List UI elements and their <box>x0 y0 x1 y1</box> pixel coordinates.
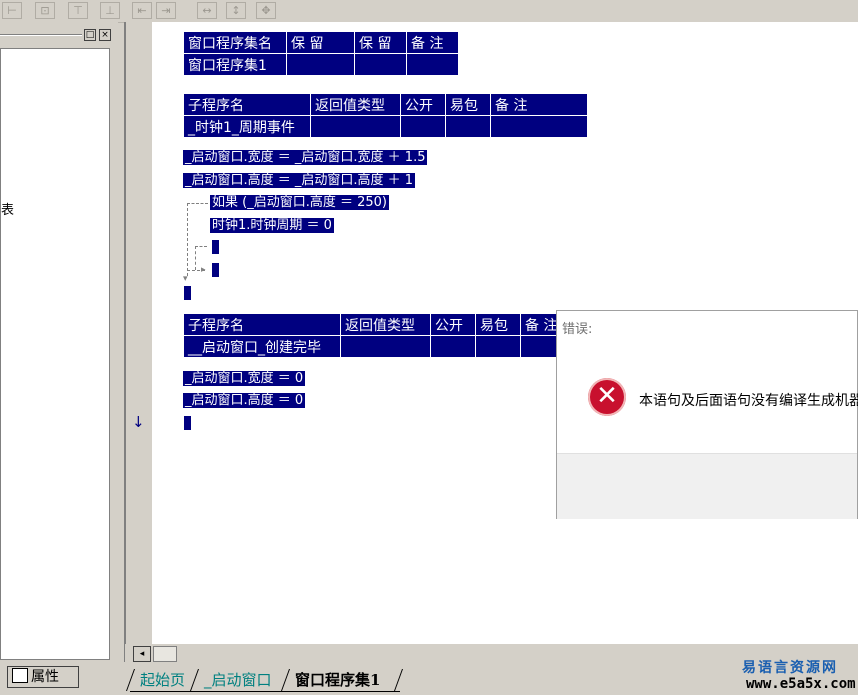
align-top-icon[interactable]: ⊤ <box>68 2 88 19</box>
code-line[interactable]: _启动窗口.宽度 ＝ 0 <box>183 371 306 386</box>
empty-code-line[interactable] <box>184 286 191 300</box>
v-space-icon[interactable]: ↕ <box>226 2 246 19</box>
props-tab[interactable]: 属性 <box>7 666 79 688</box>
assembly-cell[interactable] <box>406 53 459 76</box>
sub-header-name: 子程序名 <box>183 93 311 116</box>
panel-close-icon[interactable]: × <box>99 29 111 41</box>
assembly-cell[interactable] <box>354 53 407 76</box>
panel-grip <box>0 34 82 36</box>
sub-header-name: 子程序名 <box>183 313 341 336</box>
sub1-cell[interactable] <box>400 115 446 138</box>
flow-line <box>195 246 196 270</box>
sub2-table[interactable]: 子程序名 返回值类型 公开 易包 备 注 __启动窗口_创建完毕 <box>183 313 618 358</box>
error-dialog[interactable]: 错误: ✕ 本语句及后面语句没有编译生成机器 <box>556 310 858 519</box>
watermark-title: 易语言资源网 <box>742 660 838 676</box>
assembly-header-reserved2: 保 留 <box>354 31 407 54</box>
align-center-icon[interactable]: ⊡ <box>35 2 55 19</box>
sub-header-return-type: 返回值类型 <box>340 313 431 336</box>
center-icon[interactable]: ✥ <box>256 2 276 19</box>
dialog-button-area <box>557 453 857 519</box>
error-icon: ✕ <box>588 378 626 416</box>
scroll-thumb[interactable] <box>153 646 177 662</box>
h-space-icon[interactable]: ↔ <box>197 2 217 19</box>
sub2-name-cell[interactable]: __启动窗口_创建完毕 <box>183 335 341 358</box>
sub-header-epkg: 易包 <box>475 313 521 336</box>
assembly-cell[interactable] <box>286 53 355 76</box>
code-line[interactable]: 时钟1.时钟周期 ＝ 0 <box>210 218 334 233</box>
property-list[interactable]: 表 <box>0 48 110 660</box>
assembly-header-name: 窗口程序集名 <box>183 31 287 54</box>
assembly-table[interactable]: 窗口程序集名 保 留 保 留 备 注 窗口程序集1 <box>183 31 459 76</box>
assembly-header-remark: 备 注 <box>406 31 459 54</box>
dialog-title: 错误: <box>562 322 593 337</box>
sub2-cell[interactable] <box>430 335 476 358</box>
props-tab-label: 属性 <box>31 669 59 685</box>
align-middle-icon[interactable]: ⊥ <box>100 2 120 19</box>
error-cross-glyph: ✕ <box>596 381 618 411</box>
watermark-url: www.e5a5x.com <box>746 676 856 692</box>
sub1-name-cell[interactable]: _时钟1_周期事件 <box>183 115 311 138</box>
code-line[interactable]: _启动窗口.高度 ＝ _启动窗口.高度 ＋ 1 <box>183 173 416 188</box>
code-line-if[interactable]: 如果 (_启动窗口.高度 ＝ 250) <box>210 195 389 210</box>
sub1-cell[interactable] <box>310 115 401 138</box>
sub-header-epkg: 易包 <box>445 93 491 116</box>
code-gutter <box>125 22 153 644</box>
tab-divider <box>393 669 404 691</box>
tab-window-assembly[interactable]: 窗口程序集1 <box>295 668 380 692</box>
sub1-table[interactable]: 子程序名 返回值类型 公开 易包 备 注 _时钟1_周期事件 <box>183 93 588 138</box>
same-height-icon[interactable]: ⇥ <box>156 2 176 19</box>
sub-header-public: 公开 <box>430 313 476 336</box>
assembly-header-reserved1: 保 留 <box>286 31 355 54</box>
sub-header-remark: 备 注 <box>490 93 588 116</box>
same-width-icon[interactable]: ⇤ <box>132 2 152 19</box>
panel-header: □ × <box>0 26 118 44</box>
scroll-left-icon[interactable]: ◂ <box>133 646 151 662</box>
dialog-message: 本语句及后面语句没有编译生成机器 <box>639 393 858 409</box>
tab-baseline <box>130 691 400 692</box>
empty-code-line[interactable] <box>212 240 219 254</box>
flow-line <box>187 203 208 204</box>
sub1-cell[interactable] <box>445 115 491 138</box>
left-dock-panel: □ × 表 <box>0 22 118 662</box>
sub2-cell[interactable] <box>475 335 521 358</box>
sub1-cell[interactable] <box>490 115 588 138</box>
flow-line <box>195 246 207 247</box>
sub2-cell[interactable] <box>340 335 431 358</box>
flow-line <box>187 203 188 276</box>
tab-start-page[interactable]: 起始页 <box>140 668 185 692</box>
sub-header-public: 公开 <box>400 93 446 116</box>
alignment-toolbar: ⊢ ⊡ ⊤ ⊥ ⇤ ⇥ ↔ ↕ ✥ <box>0 0 858 23</box>
empty-code-line[interactable] <box>212 263 219 277</box>
assembly-name-cell[interactable]: 窗口程序集1 <box>183 53 287 76</box>
props-icon <box>12 668 28 683</box>
tab-divider <box>280 669 291 691</box>
tab-divider <box>125 669 136 691</box>
empty-code-line[interactable] <box>184 416 191 430</box>
tab-divider <box>189 669 200 691</box>
flow-arrow-right-icon: ▸ <box>201 265 206 275</box>
code-line[interactable]: _启动窗口.宽度 ＝ _启动窗口.宽度 ＋ 1.5 <box>183 150 428 165</box>
panel-text-fragment: 表 <box>1 203 15 218</box>
flow-arrow-down-icon: ▾ <box>183 274 188 284</box>
align-left-icon[interactable]: ⊢ <box>2 2 22 19</box>
panel-minimize-icon[interactable]: □ <box>84 29 96 41</box>
current-line-arrow-icon: ↓ <box>132 413 145 431</box>
code-line[interactable]: _启动窗口.高度 ＝ 0 <box>183 393 306 408</box>
sub-header-return-type: 返回值类型 <box>310 93 401 116</box>
tab-startup-window[interactable]: _启动窗口 <box>204 668 272 692</box>
